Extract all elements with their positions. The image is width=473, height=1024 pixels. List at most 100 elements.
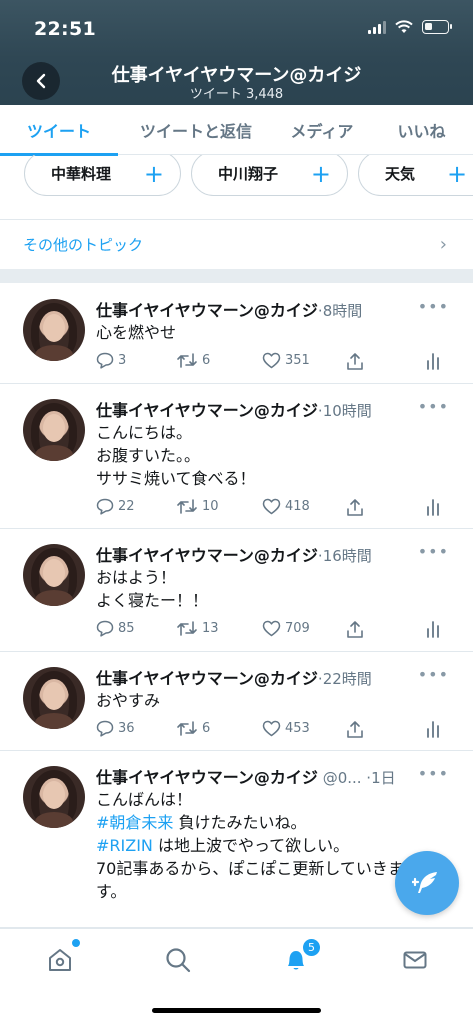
tweet-text-line: お腹すいた。。 — [96, 446, 201, 465]
retweet-count: 10 — [202, 499, 219, 514]
retweet-button[interactable]: 6 — [176, 720, 210, 737]
battery-level — [425, 23, 433, 30]
compose-tweet-button[interactable] — [395, 851, 459, 915]
feather-icon — [412, 872, 437, 893]
status-time: 22:51 — [34, 18, 96, 40]
share-icon — [347, 499, 363, 516]
tweet-time: @0... ·1日 — [317, 769, 396, 787]
tweet[interactable]: 仕事イヤイヤウマーン@カイジ·10時間 ••• こんにちは。 お腹すいた。。ササミ焼い… — [0, 384, 473, 529]
more-options-icon[interactable]: ••• — [418, 665, 449, 684]
avatar[interactable] — [23, 544, 85, 606]
like-button[interactable]: 709 — [262, 620, 310, 637]
share-button[interactable] — [346, 620, 364, 639]
tweet-actions: 3 6 351 — [96, 352, 449, 374]
nav-home[interactable] — [45, 939, 80, 975]
retweet-count: 6 — [202, 721, 211, 736]
retweet-icon — [177, 353, 197, 368]
plus-icon[interactable]: + — [447, 162, 467, 186]
new-tweets-dot — [72, 939, 80, 947]
analytics-icon — [427, 499, 439, 516]
tweet-header: 仕事イヤイヤウマーン@カイジ·8時間 — [96, 297, 453, 321]
nav-notifications[interactable]: 5 — [281, 938, 321, 975]
retweet-icon — [177, 621, 197, 636]
reply-button[interactable]: 3 — [96, 352, 126, 369]
author-name[interactable]: 仕事イヤイヤウマーン@カイジ — [96, 301, 318, 320]
author-name[interactable]: 仕事イヤイヤウマーン@カイジ — [96, 768, 318, 787]
retweet-button[interactable]: 13 — [176, 620, 219, 637]
share-icon — [347, 353, 363, 370]
topic-chip-label: 中華料理 — [51, 165, 112, 183]
plus-icon[interactable]: + — [311, 162, 331, 186]
heart-icon — [262, 720, 281, 737]
tweet[interactable]: 仕事イヤイヤウマーン@カイジ·16時間 ••• おはよう！ よく寝たー！！ 85 13 70… — [0, 529, 473, 652]
reply-icon — [96, 498, 114, 515]
more-options-icon[interactable]: ••• — [418, 542, 449, 561]
notification-badge: 5 — [302, 938, 321, 957]
reply-button[interactable]: 85 — [96, 620, 135, 637]
tweet-body: 心を燃やせ — [96, 321, 461, 344]
nav-search[interactable] — [163, 945, 193, 975]
like-count: 418 — [285, 499, 310, 514]
tab-tweets[interactable]: ツイート — [0, 105, 118, 156]
more-options-icon[interactable]: ••• — [418, 764, 449, 783]
tweet-text-line: こんにちは。 — [96, 423, 193, 442]
reply-count: 3 — [118, 353, 127, 368]
reply-button[interactable]: 36 — [96, 720, 135, 737]
share-button[interactable] — [346, 352, 364, 371]
analytics-button[interactable] — [426, 720, 440, 738]
tweet-header: 仕事イヤイヤウマーン@カイジ @0... ·1日 — [96, 764, 453, 788]
author-name[interactable]: 仕事イヤイヤウマーン@カイジ — [96, 401, 318, 420]
more-options-icon[interactable]: ••• — [418, 397, 449, 416]
more-topics-link[interactable]: その他のトピック › — [0, 219, 473, 269]
tweet-text: は地上波でやって欲しい。 — [152, 836, 350, 855]
analytics-button[interactable] — [426, 498, 440, 516]
share-button[interactable] — [346, 498, 364, 517]
avatar[interactable] — [23, 667, 85, 729]
tweet[interactable]: 仕事イヤイヤウマーン@カイジ·22時間 ••• おやすみ 36 6 453 — [0, 652, 473, 751]
reply-button[interactable]: 22 — [96, 498, 135, 515]
like-button[interactable]: 418 — [262, 498, 310, 515]
tweet-header: 仕事イヤイヤウマーン@カイジ·16時間 — [96, 542, 453, 566]
heart-icon — [262, 498, 281, 515]
topic-chip[interactable]: 中華料理 + — [24, 155, 181, 196]
tweet-body: おはよう！ よく寝たー！！ — [96, 566, 461, 612]
reply-icon — [96, 620, 114, 637]
hashtag-link[interactable]: #朝倉未来 — [96, 813, 173, 832]
tab-media[interactable]: メディア — [274, 105, 370, 155]
tweet-actions: 85 13 709 — [96, 620, 449, 642]
reply-count: 85 — [118, 621, 135, 636]
tweet-text-line: #朝倉未来 負けたみたいね。 — [96, 811, 461, 834]
retweet-button[interactable]: 6 — [176, 352, 210, 369]
tweet-text-line: こんばんは！ — [96, 790, 193, 809]
tweet-time: ·10時間 — [317, 402, 372, 420]
tab-likes[interactable]: いいね — [370, 105, 473, 155]
more-topics-label: その他のトピック — [23, 236, 144, 254]
avatar[interactable] — [23, 399, 85, 461]
hashtag-link[interactable]: #RIZIN — [96, 836, 153, 855]
tweet-header: 仕事イヤイヤウマーン@カイジ·22時間 — [96, 665, 453, 689]
topic-chip[interactable]: 中川翔子 + — [191, 155, 348, 196]
like-count: 709 — [285, 621, 310, 636]
share-button[interactable] — [346, 720, 364, 739]
reply-count: 22 — [118, 499, 135, 514]
author-name[interactable]: 仕事イヤイヤウマーン@カイジ — [96, 669, 318, 688]
nav-messages[interactable] — [400, 945, 430, 975]
analytics-button[interactable] — [426, 620, 440, 638]
plus-icon[interactable]: + — [144, 162, 164, 186]
author-name[interactable]: 仕事イヤイヤウマーン@カイジ — [96, 546, 318, 565]
avatar[interactable] — [23, 299, 85, 361]
tweet-text-line: ササミ焼いて食べる！ — [96, 469, 256, 488]
retweet-count: 13 — [202, 621, 219, 636]
wifi-icon — [395, 20, 413, 33]
tweet[interactable]: 仕事イヤイヤウマーン@カイジ·8時間 ••• 心を燃やせ 3 6 351 — [0, 284, 473, 384]
retweet-button[interactable]: 10 — [176, 498, 219, 515]
like-button[interactable]: 453 — [262, 720, 310, 737]
topic-chip[interactable]: 天気 + — [358, 155, 473, 196]
more-options-icon[interactable]: ••• — [418, 297, 449, 316]
like-button[interactable]: 351 — [262, 352, 310, 369]
tab-tweets-and-replies[interactable]: ツイートと返信 — [118, 105, 274, 155]
search-icon — [166, 948, 191, 973]
tweet-text: 負けたみたいね。 — [173, 813, 307, 832]
analytics-button[interactable] — [426, 352, 440, 370]
avatar[interactable] — [23, 766, 85, 828]
